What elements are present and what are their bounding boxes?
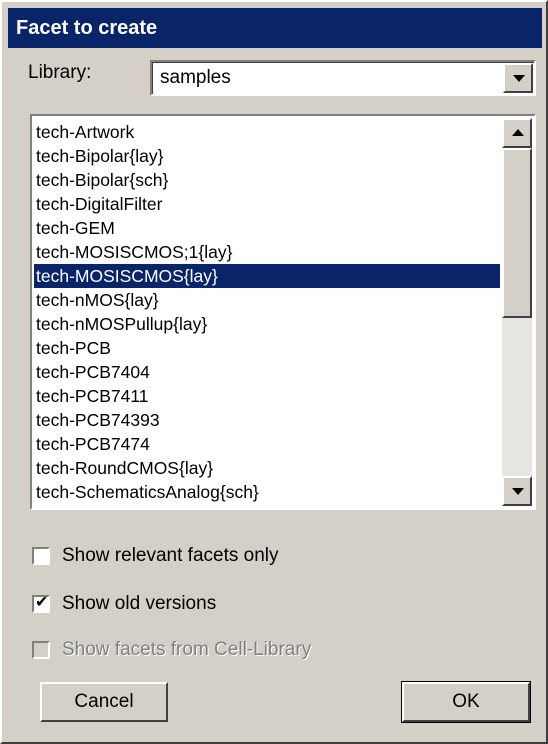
list-item[interactable]: tech-Artwork bbox=[34, 120, 500, 144]
scroll-up-button[interactable] bbox=[502, 118, 532, 148]
list-item[interactable]: tech-SchematicsAnalog{sch} bbox=[34, 480, 500, 504]
list-item[interactable]: tech-Bipolar{sch} bbox=[34, 168, 500, 192]
library-label: Library: bbox=[28, 62, 92, 83]
dialog-title: Facet to create bbox=[8, 8, 542, 48]
arrow-down-icon bbox=[512, 488, 524, 495]
list-item[interactable]: tech-nMOSPullup{lay} bbox=[34, 312, 500, 336]
library-combobox[interactable]: samples bbox=[150, 60, 536, 96]
list-item[interactable]: tech-PCB7411 bbox=[34, 384, 500, 408]
list-item[interactable]: tech-Bipolar{lay} bbox=[34, 144, 500, 168]
checkmark-icon: ✔ bbox=[35, 594, 49, 611]
cancel-button[interactable]: Cancel bbox=[40, 682, 168, 722]
relevant-only-checkbox[interactable] bbox=[32, 547, 50, 565]
list-item[interactable]: tech-GEM bbox=[34, 216, 500, 240]
list-item[interactable]: tech-PCB bbox=[34, 336, 500, 360]
chevron-down-icon bbox=[513, 75, 525, 82]
scroll-down-button[interactable] bbox=[502, 476, 532, 506]
list-item[interactable]: tech-RoundCMOS{lay} bbox=[34, 456, 500, 480]
ok-button[interactable]: OK bbox=[401, 681, 531, 723]
scroll-thumb[interactable] bbox=[502, 148, 532, 318]
arrow-up-icon bbox=[512, 129, 524, 136]
relevant-only-checkbox-row[interactable]: Show relevant facets only bbox=[32, 544, 279, 568]
facet-listbox[interactable]: tech-Artwork tech-Bipolar{lay} tech-Bipola… bbox=[30, 114, 536, 510]
library-selected-value: samples bbox=[160, 67, 231, 88]
list-item[interactable]: tech-PCB7474 bbox=[34, 432, 500, 456]
facet-list-scrollbar[interactable] bbox=[502, 118, 532, 506]
library-dropdown-button[interactable] bbox=[503, 63, 533, 93]
facet-dialog: Facet to create Library: samples tech-Ar… bbox=[0, 0, 548, 744]
list-item[interactable]: tech-DigitalFilter bbox=[34, 192, 500, 216]
list-item[interactable]: tech-PCB7404 bbox=[34, 360, 500, 384]
old-versions-label: Show old versions bbox=[62, 593, 217, 614]
facet-list: tech-Artwork tech-Bipolar{lay} tech-Bipola… bbox=[34, 120, 500, 504]
cell-library-label: Show facets from Cell-Library bbox=[62, 639, 312, 660]
old-versions-checkbox-row[interactable]: ✔ Show old versions bbox=[32, 592, 216, 616]
cell-library-checkbox-row: Show facets from Cell-Library bbox=[32, 638, 311, 662]
list-item[interactable]: tech-MOSISCMOS{lay} bbox=[34, 264, 500, 288]
list-item[interactable]: tech-nMOS{lay} bbox=[34, 288, 500, 312]
cell-library-checkbox bbox=[32, 641, 50, 659]
list-item[interactable]: tech-MOSISCMOS;1{lay} bbox=[34, 240, 500, 264]
list-item[interactable]: tech-PCB74393 bbox=[34, 408, 500, 432]
old-versions-checkbox[interactable]: ✔ bbox=[32, 594, 50, 613]
relevant-only-label: Show relevant facets only bbox=[62, 545, 279, 566]
